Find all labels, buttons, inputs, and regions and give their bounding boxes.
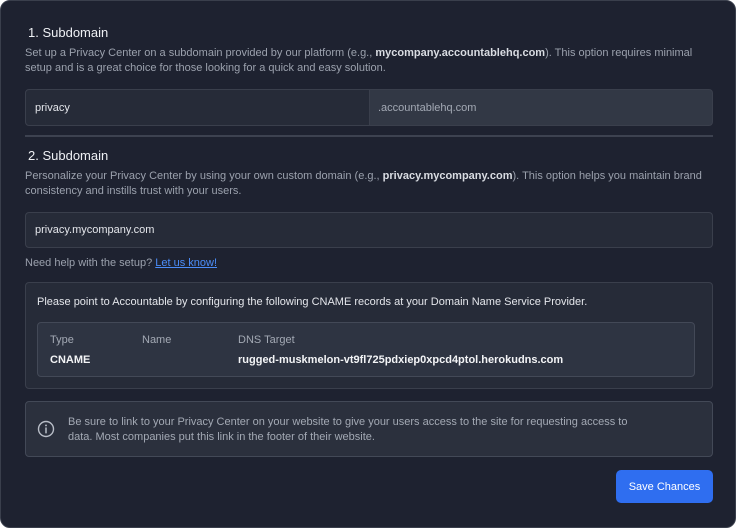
subdomain-input-value: privacy: [35, 101, 70, 114]
column-header-type: Type: [50, 334, 74, 346]
custom-domain-input[interactable]: privacy.mycompany.com: [25, 212, 713, 248]
record-dns-target: rugged-muskmelon-vt9fl725pdxiep0xpcd4pto…: [238, 354, 564, 366]
section1-description: Set up a Privacy Center on a subdomain p…: [25, 47, 693, 74]
section1-title: 1. Subdomain: [28, 25, 109, 40]
domain-suffix-addon: .accountablehq.com: [369, 89, 713, 126]
info-callout-text: Be sure to link to your Privacy Center o…: [68, 416, 628, 443]
contact-link[interactable]: Let us know!: [155, 257, 217, 269]
section-divider: [25, 135, 713, 137]
save-button[interactable]: Save Chances: [616, 470, 713, 503]
record-type: CNAME: [50, 354, 91, 366]
info-icon: [37, 420, 55, 438]
dns-records-table: Type Name DNS Target CNAME rugged-muskme…: [37, 322, 695, 377]
column-header-name: Name: [142, 334, 172, 346]
domain-suffix-text: .accountablehq.com: [378, 101, 477, 114]
custom-domain-panel: 1. Subdomain Set up a Privacy Center on …: [0, 0, 736, 528]
cname-instruction-text: Please point to Accountable by configuri…: [37, 296, 588, 308]
subdomain-input[interactable]: privacy: [25, 89, 370, 126]
help-line: Need help with the setup? Let us know!: [25, 257, 217, 269]
custom-domain-input-value: privacy.mycompany.com: [35, 224, 155, 236]
help-text: Need help with the setup?: [25, 257, 156, 269]
column-header-dns-target: DNS Target: [238, 334, 295, 346]
section2-title: 2. Subdomain: [28, 148, 109, 163]
section2-description: Personalize your Privacy Center by using…: [25, 170, 702, 197]
